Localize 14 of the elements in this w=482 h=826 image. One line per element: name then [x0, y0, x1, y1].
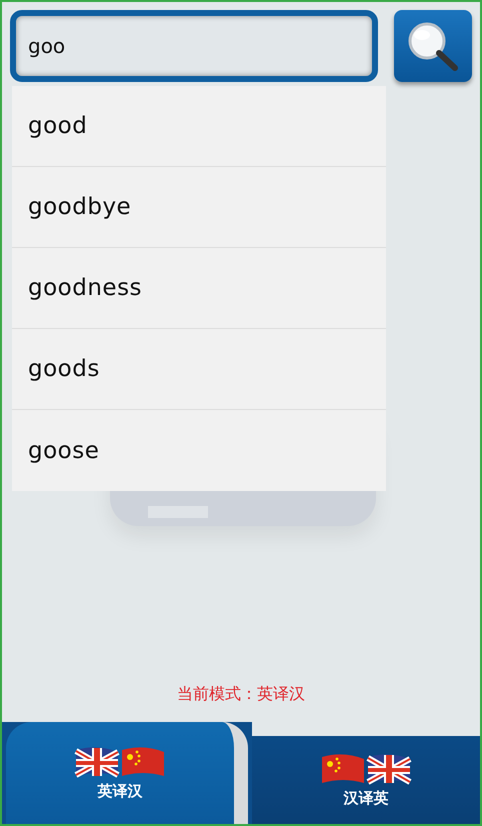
tab-label: 汉译英	[344, 788, 388, 808]
uk-flag-icon	[74, 746, 120, 780]
suggestion-item[interactable]: goodness	[12, 248, 386, 329]
search-field[interactable]: goo	[10, 10, 378, 82]
mode-label: 当前模式：英译汉	[176, 684, 306, 705]
suggestion-item[interactable]: goods	[12, 329, 386, 410]
tab[interactable]: 汉译英	[252, 722, 480, 824]
suggestion-item[interactable]: good	[12, 86, 386, 167]
uk-flag-icon	[366, 752, 412, 786]
tab[interactable]: 英译汉	[6, 722, 248, 824]
search-button[interactable]	[394, 10, 472, 82]
tab-label: 英译汉	[98, 782, 142, 800]
suggestion-item[interactable]: goose	[12, 410, 386, 491]
suggestion-item[interactable]: goodbye	[12, 167, 386, 248]
